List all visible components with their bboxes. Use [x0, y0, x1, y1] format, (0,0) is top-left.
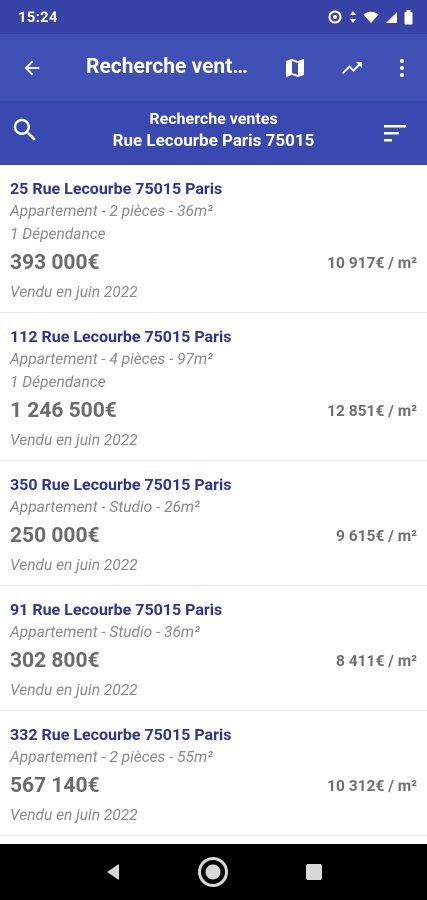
- list-item[interactable]: 332 Rue Lecourbe 75015 Paris Appartement…: [0, 711, 427, 836]
- listing-price: 393 000€: [10, 251, 100, 275]
- system-nav-bar: [0, 844, 427, 900]
- more-vert-icon[interactable]: [388, 54, 416, 82]
- back-arrow-icon[interactable]: [18, 54, 46, 82]
- listing-address: 112 Rue Lecourbe 75015 Paris: [10, 327, 232, 346]
- search-summary-location: Rue Lecourbe Paris 75015: [112, 131, 315, 151]
- battery-icon: [404, 9, 413, 25]
- wifi-icon: [363, 11, 379, 24]
- listing-address: 350 Rue Lecourbe 75015 Paris: [10, 475, 232, 494]
- nav-recents-icon[interactable]: [298, 856, 330, 888]
- list-item[interactable]: 350 Rue Lecourbe 75015 Paris Appartement…: [0, 461, 427, 586]
- listing-description: Appartement - 2 pièces - 55m²: [10, 748, 213, 766]
- listing-price-per-m2: 10 917€ / m²: [327, 254, 417, 272]
- listing-price-per-m2: 9 615€ / m²: [336, 527, 417, 545]
- sort-icon[interactable]: [383, 123, 407, 143]
- listing-description: Appartement - 2 pièces - 36m²: [10, 202, 213, 220]
- status-bar: 15:24: [0, 0, 427, 34]
- listing-sold-date: Vendu en juin 2022: [10, 283, 138, 301]
- status-icons: [327, 9, 413, 25]
- listing-price: 302 800€: [10, 649, 100, 673]
- list-item[interactable]: 91 Rue Lecourbe 75015 Paris Appartement …: [0, 586, 427, 711]
- sales-list[interactable]: 25 Rue Lecourbe 75015 Paris Appartement …: [0, 165, 427, 844]
- listing-extra: 1 Dépendance: [10, 373, 106, 391]
- listing-description: Appartement - 4 pièces - 97m²: [10, 350, 213, 368]
- listing-address: 25 Rue Lecourbe 75015 Paris: [10, 179, 223, 198]
- list-item[interactable]: 112 Rue Lecourbe 75015 Paris Appartement…: [0, 313, 427, 461]
- listing-price-per-m2: 8 411€ / m²: [336, 652, 417, 670]
- page-title: Recherche ventes: [86, 55, 251, 79]
- listing-sold-date: Vendu en juin 2022: [10, 806, 138, 824]
- listing-price: 250 000€: [10, 524, 100, 548]
- status-time: 15:24: [18, 8, 58, 26]
- map-icon[interactable]: [281, 54, 309, 82]
- listing-description: Appartement - Studio - 36m²: [10, 623, 200, 641]
- listing-price: 1 246 500€: [10, 399, 117, 423]
- nav-back-icon[interactable]: [97, 856, 129, 888]
- data-arrows-icon: [349, 10, 357, 24]
- alarm-icon: [327, 10, 343, 24]
- nav-home-icon[interactable]: [197, 856, 229, 888]
- listing-price-per-m2: 12 851€ / m²: [327, 402, 417, 420]
- app-bar: Recherche ventes: [0, 34, 427, 101]
- search-summary: Recherche ventes Rue Lecourbe Paris 7501…: [60, 109, 367, 153]
- listing-price: 567 140€: [10, 774, 100, 798]
- search-summary-bar[interactable]: Recherche ventes Rue Lecourbe Paris 7501…: [0, 101, 427, 165]
- listing-description: Appartement - Studio - 26m²: [10, 498, 200, 516]
- listing-sold-date: Vendu en juin 2022: [10, 556, 138, 574]
- search-summary-title: Recherche ventes: [149, 109, 278, 128]
- listing-sold-date: Vendu en juin 2022: [10, 431, 138, 449]
- signal-icon: [385, 11, 398, 24]
- listing-extra: 1 Dépendance: [10, 225, 106, 243]
- listing-price-per-m2: 10 312€ / m²: [327, 777, 417, 795]
- list-item[interactable]: 25 Rue Lecourbe 75015 Paris Appartement …: [0, 165, 427, 313]
- trending-up-icon[interactable]: [338, 54, 366, 82]
- listing-sold-date: Vendu en juin 2022: [10, 681, 138, 699]
- search-icon[interactable]: [10, 115, 40, 145]
- listing-address: 91 Rue Lecourbe 75015 Paris: [10, 600, 223, 619]
- listing-address: 332 Rue Lecourbe 75015 Paris: [10, 725, 232, 744]
